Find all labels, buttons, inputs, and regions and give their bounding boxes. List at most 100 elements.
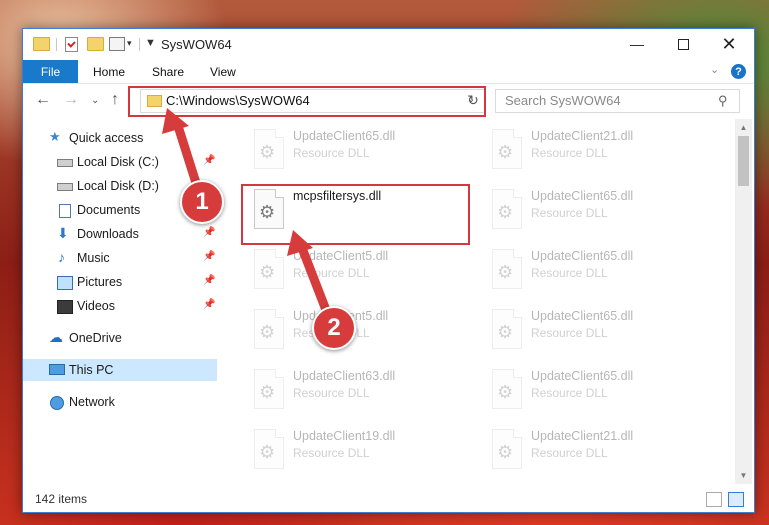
sidebar-item-label: Videos <box>77 299 115 313</box>
file-highlight <box>241 184 470 245</box>
pc-icon <box>49 364 65 375</box>
search-input[interactable]: Search SysWOW64 <box>505 93 621 108</box>
search-box[interactable]: Search SysWOW64 ⚲ <box>495 89 740 113</box>
maximize-button[interactable] <box>660 29 706 59</box>
sidebar-item-local-disk-c[interactable]: Local Disk (C:) 📌 <box>23 151 217 173</box>
minimize-button[interactable]: — <box>614 29 660 59</box>
file-type: Resource DLL <box>531 266 608 280</box>
dll-file-icon: ⚙ <box>489 309 523 349</box>
sidebar-item-label: This PC <box>69 363 114 377</box>
file-name: UpdateClient19.dll <box>293 429 396 443</box>
ribbon: File Home Share View ⌄ ? <box>23 60 754 84</box>
file-tile[interactable]: ⚙ UpdateClient65.dll Resource DLL <box>483 365 703 415</box>
properties-check-icon[interactable] <box>65 37 78 52</box>
dll-file-icon: ⚙ <box>489 429 523 469</box>
pin-icon: 📌 <box>203 299 216 310</box>
file-tile[interactable]: ⚙ UpdateClient19.dll Resource DLL <box>245 425 465 475</box>
file-tile[interactable]: ⚙ UpdateClient65.dll Resource DLL <box>483 305 703 355</box>
dll-file-icon: ⚙ <box>251 249 285 289</box>
file-type: Resource DLL <box>531 386 608 400</box>
scroll-thumb[interactable] <box>738 136 749 186</box>
sidebar-item-quick-access[interactable]: ★ Quick access <box>23 127 217 149</box>
download-icon: ⬇ <box>57 225 69 241</box>
disk-icon <box>57 183 73 191</box>
file-tile[interactable]: ⚙ UpdateClient5.dll Resource DLL <box>245 245 465 295</box>
pin-icon: 📌 <box>203 275 216 286</box>
videos-icon <box>57 300 73 314</box>
scroll-down-icon[interactable]: ▼ <box>735 467 752 484</box>
file-type: Resource DLL <box>531 206 608 220</box>
sidebar-item-onedrive[interactable]: ☁ OneDrive <box>23 327 217 349</box>
sidebar-item-label: Music <box>77 251 110 265</box>
tab-share[interactable]: Share <box>152 65 184 79</box>
file-name: UpdateClient65.dll <box>531 309 634 323</box>
help-icon[interactable]: ? <box>731 64 746 79</box>
file-tile[interactable]: ⚙ UpdateClient65.dll Resource DLL <box>245 125 465 175</box>
minimize-icon: — <box>630 36 644 52</box>
details-view-icon[interactable] <box>706 492 722 507</box>
file-name: UpdateClient65.dll <box>293 129 396 143</box>
dll-file-icon: ⚙ <box>489 369 523 409</box>
file-name: UpdateClient5.dll <box>293 249 389 263</box>
customize-toolbar-icon[interactable] <box>109 37 125 51</box>
tab-file[interactable]: File <box>23 60 78 83</box>
step-2-callout: 2 <box>312 306 356 350</box>
sidebar-item-label: Pictures <box>77 275 123 289</box>
pictures-icon <box>57 276 73 290</box>
dll-file-icon: ⚙ <box>251 309 285 349</box>
tab-view[interactable]: View <box>210 65 236 79</box>
file-type: Resource DLL <box>531 326 608 340</box>
recent-locations-chevron-icon[interactable]: ⌄ <box>91 95 99 106</box>
sidebar-item-pictures[interactable]: Pictures 📌 <box>23 271 217 293</box>
sidebar-item-videos[interactable]: Videos 📌 <box>23 295 217 317</box>
title-bar: ▾ ▼ SysWOW64 — ✕ <box>23 29 754 60</box>
file-name: UpdateClient21.dll <box>531 129 634 143</box>
sidebar-item-music[interactable]: ♪ Music 📌 <box>23 247 217 269</box>
up-arrow-icon[interactable]: ↑ <box>111 91 119 109</box>
sidebar-item-this-pc[interactable]: This PC <box>23 359 217 381</box>
star-icon: ★ <box>49 129 61 144</box>
navigation-pane: ★ Quick access Local Disk (C:) 📌 Local D… <box>23 119 217 482</box>
vertical-scrollbar[interactable]: ▲ ▼ <box>735 119 752 484</box>
dll-file-icon: ⚙ <box>489 249 523 289</box>
close-button[interactable]: ✕ <box>706 29 752 59</box>
forward-arrow-icon[interactable]: → <box>63 91 79 109</box>
file-tile[interactable]: ⚙ UpdateClient21.dll Resource DLL <box>483 125 703 175</box>
file-tile[interactable]: ⚙ UpdateClient63.dll Resource DLL <box>245 365 465 415</box>
file-name: UpdateClient65.dll <box>531 369 634 383</box>
file-type: Resource DLL <box>293 146 370 160</box>
dll-file-icon: ⚙ <box>489 129 523 169</box>
sidebar-item-label: Documents <box>77 203 141 217</box>
file-name: UpdateClient65.dll <box>531 189 634 203</box>
back-arrow-icon[interactable]: ← <box>35 91 51 109</box>
close-icon: ✕ <box>721 33 737 54</box>
network-icon <box>50 396 64 410</box>
sidebar-item-label: Downloads <box>77 227 139 241</box>
new-folder-icon[interactable] <box>87 37 104 51</box>
sidebar-item-downloads[interactable]: ⬇ Downloads 📌 <box>23 223 217 245</box>
music-icon: ♪ <box>58 249 65 265</box>
file-type: Resource DLL <box>531 146 608 160</box>
sidebar-item-label: Local Disk (C:) <box>77 155 159 169</box>
pin-icon: 📌 <box>203 155 216 166</box>
file-type: Resource DLL <box>293 446 370 460</box>
quick-access-toolbar-dropdown-icon[interactable]: ▼ <box>145 37 156 49</box>
documents-icon <box>59 204 71 218</box>
file-type: Resource DLL <box>293 386 370 400</box>
file-tile[interactable]: ⚙ UpdateClient65.dll Resource DLL <box>483 245 703 295</box>
large-icons-view-icon[interactable] <box>728 492 744 507</box>
dll-file-icon: ⚙ <box>251 369 285 409</box>
sidebar-item-label: OneDrive <box>69 331 122 345</box>
window-title: SysWOW64 <box>161 37 232 52</box>
disk-icon <box>57 159 73 167</box>
tab-home[interactable]: Home <box>93 65 125 79</box>
address-bar-highlight <box>128 86 486 117</box>
chevron-down-icon[interactable]: ▾ <box>127 38 132 49</box>
file-tile[interactable]: ⚙ UpdateClient21.dll Resource DLL <box>483 425 703 475</box>
sidebar-item-network[interactable]: Network <box>23 391 217 413</box>
expand-ribbon-icon[interactable]: ⌄ <box>710 63 719 76</box>
scroll-up-icon[interactable]: ▲ <box>735 119 752 136</box>
dll-file-icon: ⚙ <box>251 129 285 169</box>
file-tile[interactable]: ⚙ UpdateClient65.dll Resource DLL <box>483 185 703 235</box>
sidebar-item-label: Quick access <box>69 131 144 145</box>
